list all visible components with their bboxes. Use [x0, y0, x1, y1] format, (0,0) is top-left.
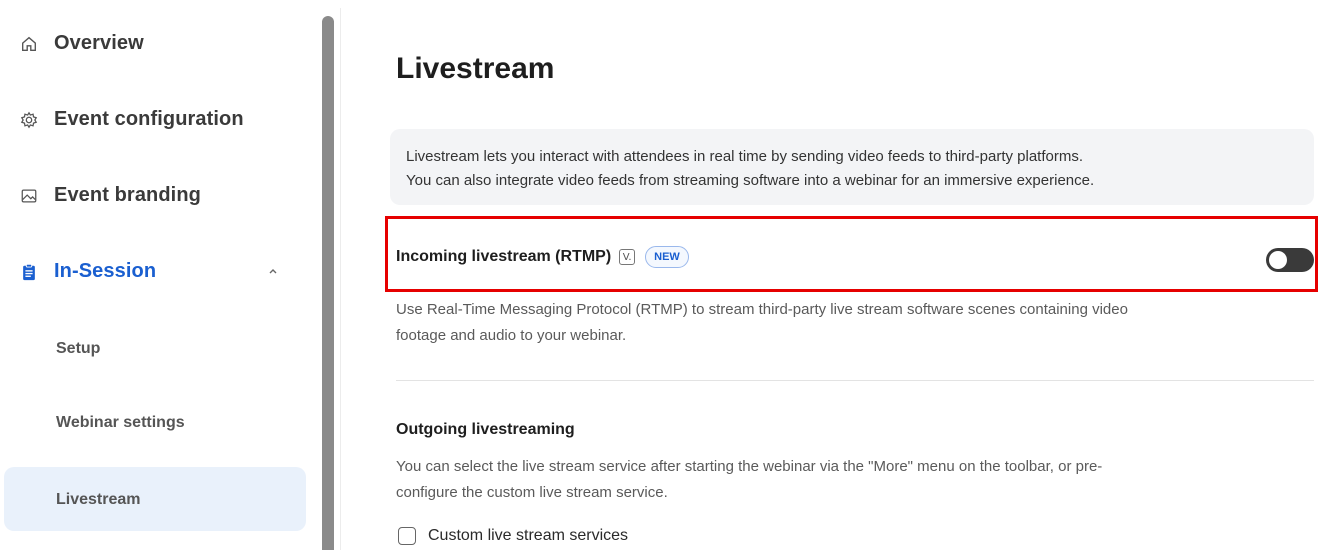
sidebar-item-label: Overview — [54, 32, 144, 54]
incoming-livestream-header: Incoming livestream (RTMP) V. NEW — [396, 246, 689, 268]
image-icon — [18, 185, 40, 207]
incoming-livestream-desc-line2: footage and audio to your webinar. — [396, 327, 627, 344]
sidebar: Overview Event configuration Event brand… — [0, 0, 322, 550]
sidebar-subitem-livestream[interactable]: Livestream — [56, 491, 141, 509]
sidebar-item-overview[interactable]: Overview — [18, 32, 144, 55]
sidebar-subitem-active-bg — [4, 467, 306, 531]
sidebar-subitem-setup[interactable]: Setup — [56, 340, 100, 358]
incoming-livestream-toggle[interactable] — [1266, 248, 1314, 272]
home-icon — [18, 33, 40, 55]
page-title: Livestream — [396, 52, 555, 85]
outgoing-livestreaming-desc-line1: You can select the live stream service a… — [396, 458, 1103, 475]
sidebar-item-event-configuration[interactable]: Event configuration — [18, 108, 244, 131]
chevron-up-icon[interactable] — [266, 264, 280, 278]
custom-live-stream-checkbox[interactable] — [398, 527, 416, 545]
new-badge: NEW — [645, 246, 689, 268]
sidebar-scrollbar[interactable] — [322, 16, 334, 550]
version-icon: V. — [619, 249, 636, 265]
outgoing-livestreaming-desc-line2: configure the custom live stream service… — [396, 484, 668, 501]
info-text-line1: Livestream lets you interact with attend… — [406, 148, 1083, 165]
clipboard-icon — [18, 261, 40, 283]
info-text-line2: You can also integrate video feeds from … — [406, 172, 1095, 189]
info-banner: Livestream lets you interact with attend… — [390, 129, 1314, 205]
sidebar-item-in-session[interactable]: In-Session — [18, 260, 156, 283]
section-divider — [396, 380, 1314, 381]
sidebar-subitem-webinar-settings[interactable]: Webinar settings — [56, 414, 185, 432]
sidebar-divider — [340, 8, 341, 550]
sidebar-item-label: Event configuration — [54, 108, 244, 130]
incoming-livestream-title: Incoming livestream (RTMP) — [396, 248, 612, 265]
sidebar-item-label: Event branding — [54, 184, 201, 206]
toggle-knob — [1269, 251, 1287, 269]
sidebar-item-event-branding[interactable]: Event branding — [18, 184, 201, 207]
gear-icon — [18, 109, 40, 131]
incoming-livestream-desc-line1: Use Real-Time Messaging Protocol (RTMP) … — [396, 301, 1128, 318]
custom-live-stream-checkbox-row[interactable]: Custom live stream services — [398, 527, 628, 545]
outgoing-livestreaming-title: Outgoing livestreaming — [396, 421, 575, 438]
custom-live-stream-label: Custom live stream services — [428, 527, 629, 544]
sidebar-item-label: In-Session — [54, 260, 157, 282]
